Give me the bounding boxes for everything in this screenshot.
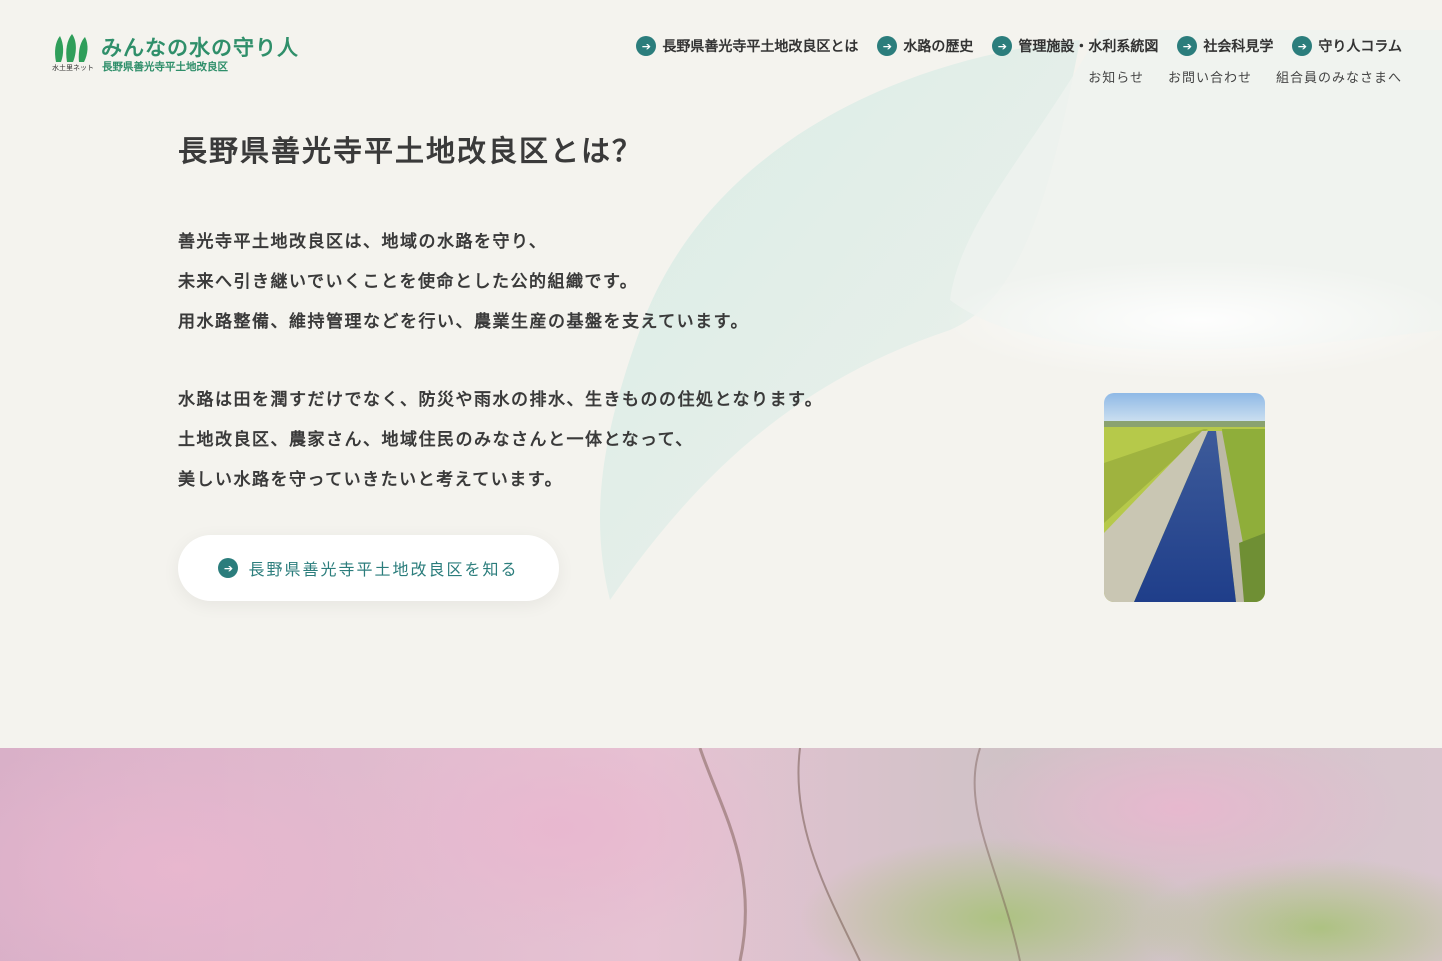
- intro-paragraph-2: 水路は田を潤すだけでなく、防災や雨水の排水、生きものの住処となります。 土地改良…: [178, 380, 878, 500]
- nav-item-label: 管理施設・水利系統図: [1018, 39, 1159, 55]
- logo-title: みんなの水の守り人: [101, 36, 299, 60]
- paragraph-line: 土地改良区、農家さん、地域住民のみなさんと一体となって、: [178, 430, 694, 450]
- arrow-right-circle-icon: ➔: [1177, 36, 1198, 56]
- intro-section: 長野県善光寺平土地改良区とは？ 善光寺平土地改良区は、地域の水路を守り、 未来へ…: [178, 128, 878, 500]
- arrow-right-circle-icon: ➔: [636, 36, 657, 56]
- canal-photo: [1104, 393, 1265, 602]
- cherry-blossom-photo: [0, 748, 1442, 961]
- learn-more-label: 長野県善光寺平土地改良区を知る: [248, 560, 519, 579]
- paragraph-line: 水路は田を潤すだけでなく、防災や雨水の排水、生きものの住処となります。: [178, 390, 824, 410]
- nav-item-history[interactable]: ➔ 水路の歴史: [877, 36, 973, 56]
- paragraph-line: 用水路整備、維持管理などを行い、農業生産の基盤を支えています。: [178, 312, 749, 332]
- site-logo[interactable]: 水土里ネット みんなの水の守り人 長野県善光寺平土地改良区: [52, 30, 312, 76]
- nav-item-label: 社会科見学: [1203, 39, 1274, 55]
- nav-contact-link[interactable]: お問い合わせ: [1168, 67, 1252, 86]
- page-title: 長野県善光寺平土地改良区とは？: [178, 134, 644, 168]
- paragraph-line: 美しい水路を守っていきたいと考えています。: [178, 470, 564, 490]
- arrow-right-circle-icon: ➔: [877, 36, 898, 56]
- paragraph-line: 未来へ引き継いでいくことを使命とした公的組織です。: [178, 272, 639, 292]
- arrow-right-circle-icon: ➔: [1292, 36, 1313, 56]
- arrow-right-circle-icon: ➔: [218, 558, 239, 578]
- intro-paragraph-1: 善光寺平土地改良区は、地域の水路を守り、 未来へ引き継いでいくことを使命とした公…: [178, 222, 878, 342]
- nav-item-column[interactable]: ➔ 守り人コラム: [1292, 36, 1402, 56]
- nav-members-link[interactable]: 組合員のみなさまへ: [1276, 67, 1402, 86]
- paragraph-line: 善光寺平土地改良区は、地域の水路を守り、: [178, 232, 548, 252]
- site-header: 水土里ネット みんなの水の守り人 長野県善光寺平土地改良区 ➔ 長野県善光寺平土…: [0, 0, 1442, 100]
- sub-navigation: お知らせ お問い合わせ 組合員のみなさまへ: [1088, 67, 1402, 86]
- logo-subtitle: 長野県善光寺平土地改良区: [102, 61, 228, 73]
- main-navigation: ➔ 長野県善光寺平土地改良区とは ➔ 水路の歴史 ➔ 管理施設・水利系統図 ➔ …: [636, 36, 1402, 56]
- logo-net-label: 水土里ネット: [52, 64, 94, 72]
- nav-item-label: 守り人コラム: [1318, 39, 1402, 55]
- nav-item-label: 水路の歴史: [903, 39, 974, 55]
- nav-news-link[interactable]: お知らせ: [1088, 67, 1144, 86]
- nav-item-facilities[interactable]: ➔ 管理施設・水利系統図: [992, 36, 1158, 56]
- nav-item-about[interactable]: ➔ 長野県善光寺平土地改良区とは: [636, 36, 858, 56]
- learn-more-button[interactable]: ➔ 長野県善光寺平土地改良区を知る: [178, 535, 559, 601]
- nav-item-field-trip[interactable]: ➔ 社会科見学: [1177, 36, 1273, 56]
- arrow-right-circle-icon: ➔: [992, 36, 1013, 56]
- nav-item-label: 長野県善光寺平土地改良区とは: [662, 39, 859, 55]
